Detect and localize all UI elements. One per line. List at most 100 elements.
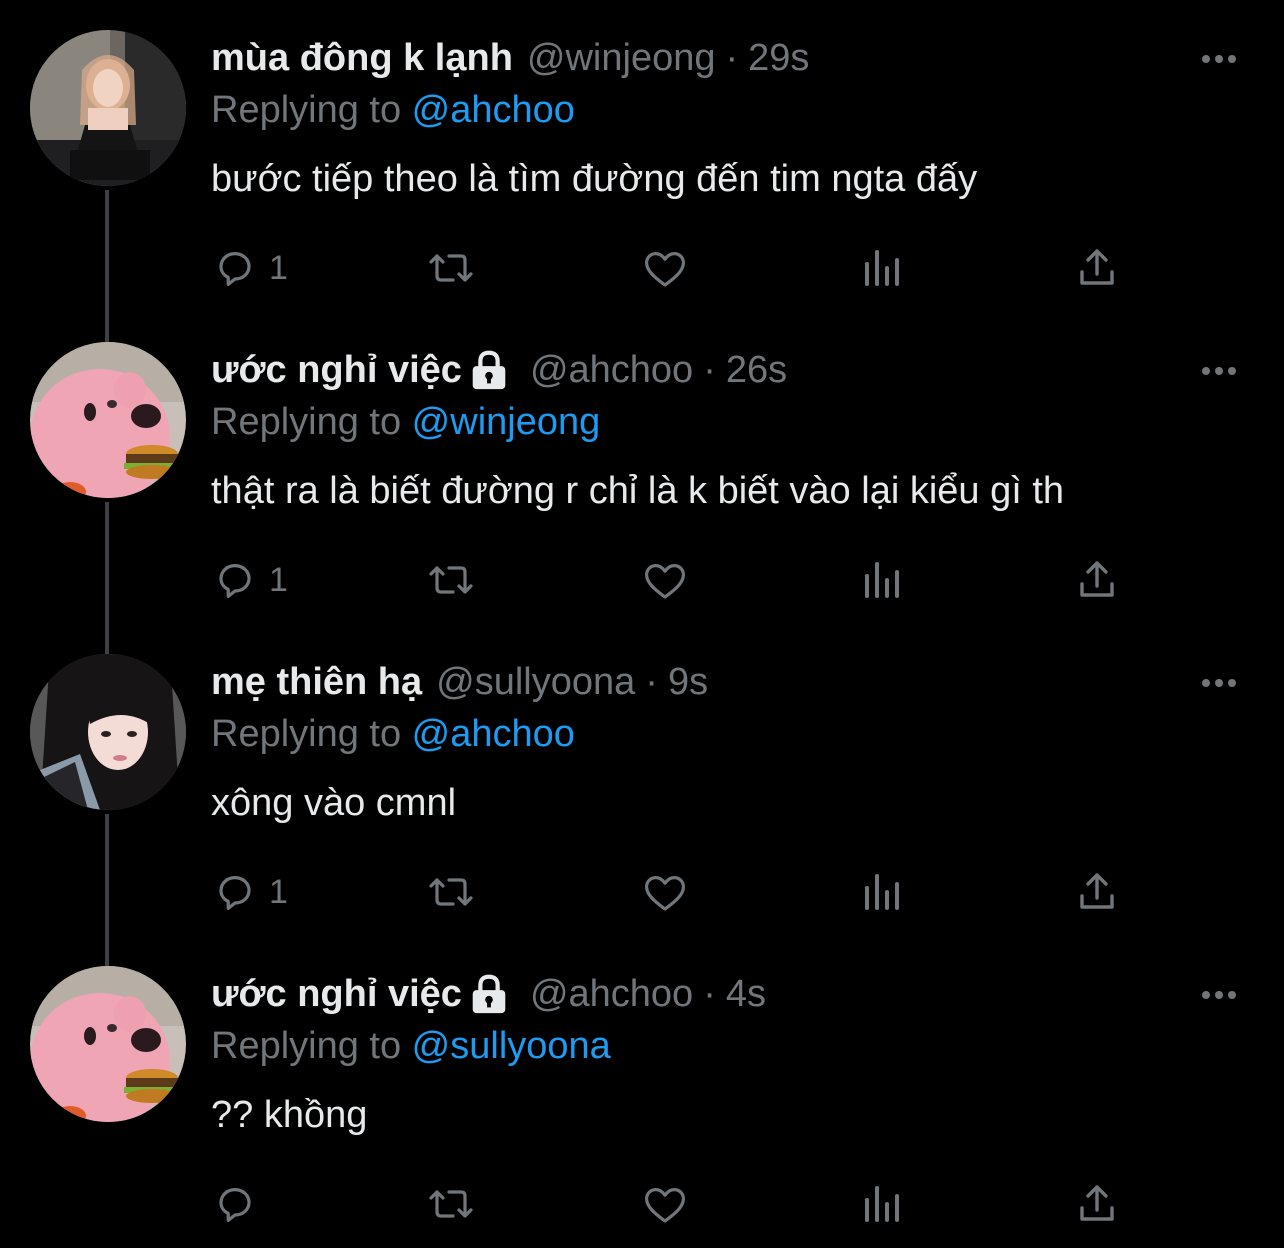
share-icon: [1080, 561, 1114, 597]
tweet-header: mùa đông k lạnh @winjeong · 29s: [211, 34, 809, 82]
lock-icon: [472, 350, 506, 390]
tweet-actions: 1: [211, 238, 1131, 298]
analytics-button[interactable]: [859, 1174, 903, 1234]
retweet-icon: [429, 254, 473, 282]
analytics-button[interactable]: [859, 862, 903, 922]
share-icon: [1080, 249, 1114, 285]
retweet-button[interactable]: [423, 550, 479, 610]
share-icon: [1080, 1185, 1114, 1221]
user-handle[interactable]: @ahchoo: [530, 346, 693, 394]
tweet-text: ?? khồng: [211, 1094, 368, 1136]
reply-to-handle-link[interactable]: @ahchoo: [412, 89, 575, 131]
reply-icon: [219, 876, 251, 910]
analytics-icon: [865, 250, 899, 286]
timestamp[interactable]: 4s: [726, 970, 766, 1018]
separator-dot: ·: [703, 973, 716, 1015]
replying-to-label: Replying to: [211, 401, 412, 443]
tweet-header: ước nghỉ việc @ahchoo · 4s: [211, 970, 766, 1018]
pink-beaver-burger-avatar: [30, 966, 186, 1122]
share-icon: [1080, 873, 1114, 909]
share-button[interactable]: [1073, 1174, 1121, 1234]
heart-icon: [645, 564, 685, 599]
tweet[interactable]: mẹ thiên hạ @sullyoona · 9s Replying to …: [0, 624, 1284, 936]
display-name[interactable]: mùa đông k lạnh: [211, 34, 513, 82]
separator-dot: ·: [725, 37, 739, 79]
reply-button[interactable]: 1: [211, 550, 288, 610]
retweet-icon: [429, 566, 473, 594]
user-handle[interactable]: @ahchoo: [530, 970, 693, 1018]
display-name[interactable]: mẹ thiên hạ: [211, 658, 422, 706]
reply-button[interactable]: 1: [211, 238, 288, 298]
tweet-text: xông vào cmnl: [211, 782, 457, 824]
tweet-header: ước nghỉ việc @ahchoo · 26s: [211, 346, 787, 394]
like-button[interactable]: [639, 1174, 691, 1234]
retweet-icon: [429, 1190, 473, 1218]
reply-to-handle-link[interactable]: @ahchoo: [412, 713, 575, 755]
more-options-icon[interactable]: [1198, 356, 1240, 386]
tweet[interactable]: mùa đông k lạnh @winjeong · 29s Replying…: [0, 0, 1284, 312]
tweet[interactable]: ước nghỉ việc @ahchoo · 4s Replying to @…: [0, 936, 1284, 1248]
tweet[interactable]: ước nghỉ việc @ahchoo · 26s Replying to …: [0, 312, 1284, 624]
more-options-icon[interactable]: [1198, 980, 1240, 1010]
user-handle[interactable]: @winjeong: [527, 34, 716, 82]
pink-beaver-burger-avatar: [30, 342, 186, 498]
reply-to-handle-link[interactable]: @sullyoona: [412, 1025, 611, 1067]
reply-to-handle-link[interactable]: @winjeong: [412, 401, 601, 443]
timestamp[interactable]: 26s: [726, 346, 787, 394]
reply-count: 1: [269, 872, 288, 911]
more-options-icon[interactable]: [1198, 44, 1240, 74]
retweet-button[interactable]: [423, 238, 479, 298]
reply-count: 1: [269, 248, 288, 287]
avatar[interactable]: [30, 30, 186, 186]
share-button[interactable]: [1073, 238, 1121, 298]
tweet-actions: 1: [211, 862, 1131, 922]
timestamp[interactable]: 29s: [748, 34, 809, 82]
like-button[interactable]: [639, 862, 691, 922]
share-button[interactable]: [1073, 862, 1121, 922]
separator-dot: ·: [703, 349, 716, 391]
lock-icon: [472, 974, 506, 1014]
retweet-button[interactable]: [423, 1174, 479, 1234]
avatar[interactable]: [30, 654, 186, 810]
tweet-actions: [211, 1174, 1131, 1234]
analytics-icon: [865, 874, 899, 910]
share-button[interactable]: [1073, 550, 1121, 610]
analytics-button[interactable]: [859, 238, 903, 298]
tweet-text: thật ra là biết đường r chỉ là k biết và…: [211, 470, 1065, 512]
heart-icon: [645, 252, 685, 287]
replying-to: Replying to @ahchoo: [211, 86, 575, 134]
reply-icon: [219, 1188, 251, 1222]
like-button[interactable]: [639, 238, 691, 298]
reply-icon: [219, 564, 251, 598]
display-name[interactable]: ước nghỉ việc: [211, 970, 462, 1018]
reply-icon: [219, 252, 251, 286]
analytics-icon: [865, 562, 899, 598]
replying-to-label: Replying to: [211, 1025, 412, 1067]
tweet-actions: 1: [211, 550, 1131, 610]
tweet-text: bước tiếp theo là tìm đường đến tim ngta…: [211, 158, 978, 200]
analytics-icon: [865, 1186, 899, 1222]
heart-icon: [645, 876, 685, 911]
reply-button[interactable]: 1: [211, 862, 288, 922]
avatar[interactable]: [30, 966, 186, 1122]
girl-selfie-avatar: [30, 654, 186, 810]
replying-to-label: Replying to: [211, 713, 412, 755]
retweet-button[interactable]: [423, 862, 479, 922]
reply-count: 1: [269, 560, 288, 599]
girl-photo-avatar: [30, 30, 186, 186]
tweet-header: mẹ thiên hạ @sullyoona · 9s: [211, 658, 708, 706]
user-handle[interactable]: @sullyoona: [436, 658, 635, 706]
more-options-icon[interactable]: [1198, 668, 1240, 698]
avatar[interactable]: [30, 342, 186, 498]
replying-to-label: Replying to: [211, 89, 412, 131]
separator-dot: ·: [645, 661, 658, 703]
like-button[interactable]: [639, 550, 691, 610]
heart-icon: [645, 1188, 685, 1223]
replying-to: Replying to @sullyoona: [211, 1022, 611, 1070]
timestamp[interactable]: 9s: [668, 658, 708, 706]
retweet-icon: [429, 878, 473, 906]
reply-button[interactable]: [211, 1174, 269, 1234]
analytics-button[interactable]: [859, 550, 903, 610]
display-name[interactable]: ước nghỉ việc: [211, 346, 462, 394]
replying-to: Replying to @winjeong: [211, 398, 600, 446]
